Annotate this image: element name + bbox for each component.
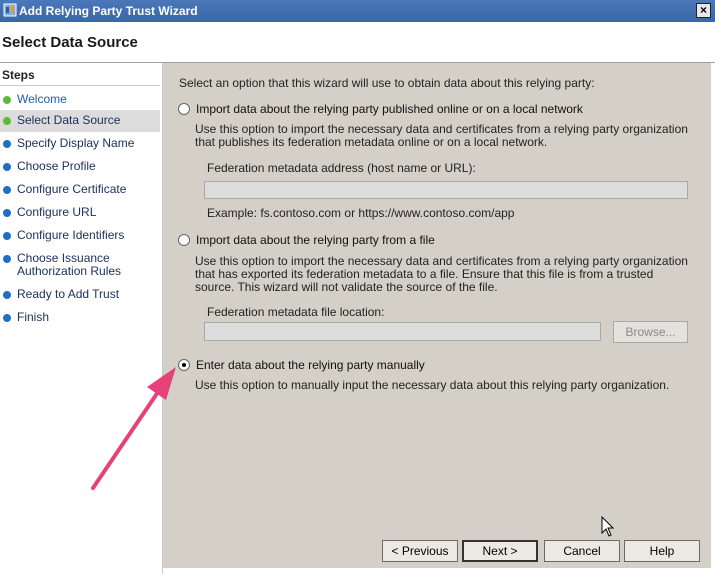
step-ready-to-add-trust: Ready to Add Trust [0,287,160,305]
step-pending-icon [3,291,11,299]
step-current-icon [3,117,11,125]
step-pending-icon [3,209,11,217]
next-button[interactable]: Next > [462,540,538,562]
option-online-label[interactable]: Import data about the relying party publ… [196,102,583,116]
radio-enter-manually[interactable] [178,359,190,371]
step-choose-profile: Choose Profile [0,159,160,177]
page-title: Select Data Source [2,34,138,51]
step-complete-icon [3,96,11,104]
metadata-address-input[interactable] [204,181,688,199]
radio-import-file[interactable] [178,234,190,246]
radio-import-online[interactable] [178,103,190,115]
metadata-address-example: Example: fs.contoso.com or https://www.c… [207,206,515,220]
metadata-file-label: Federation metadata file location: [207,305,385,319]
mouse-pointer-icon [601,516,615,537]
step-label: Specify Display Name [17,136,135,150]
step-configure-identifiers: Configure Identifiers [0,228,160,246]
step-pending-icon [3,255,11,263]
step-pending-icon [3,186,11,194]
option-manual-label[interactable]: Enter data about the relying party manua… [196,358,425,372]
step-label: Finish [17,310,50,324]
option-file-description: Use this option to import the necessary … [195,254,688,294]
step-welcome: Welcome [0,91,160,109]
page-header: Select Data Source [0,22,715,63]
step-pending-icon [3,140,11,148]
content-panel: Select an option that this wizard will u… [163,63,711,568]
step-label: Ready to Add Trust [17,287,120,301]
step-configure-certificate: Configure Certificate [0,182,160,200]
step-label: Choose Issuance Authorization Rules [17,251,122,278]
close-icon: × [699,3,707,17]
steps-panel: Steps Welcome Select Data Source Specify… [0,63,163,574]
step-choose-issuance-authorization-rules: Choose Issuance Authorization Rules [0,251,160,281]
window-frame-right [711,63,715,574]
step-pending-icon [3,163,11,171]
previous-button[interactable]: < Previous [382,540,458,562]
cancel-button[interactable]: Cancel [544,540,620,562]
step-select-data-source: Select Data Source [0,110,160,132]
help-button[interactable]: Help [624,540,700,562]
option-manual-description: Use this option to manually input the ne… [195,378,670,392]
steps-divider [0,85,160,86]
step-pending-icon [3,232,11,240]
metadata-file-input[interactable] [204,322,601,341]
window-frame-bottom [163,568,715,574]
step-label: Choose Profile [17,159,96,173]
step-specify-display-name: Specify Display Name [0,136,160,154]
step-label: Select Data Source [17,113,121,127]
intro-text: Select an option that this wizard will u… [179,76,595,90]
option-file-label[interactable]: Import data about the relying party from… [196,233,435,247]
window-title: Add Relying Party Trust Wizard [19,4,198,18]
step-finish: Finish [0,310,160,328]
metadata-address-label: Federation metadata address (host name o… [207,161,476,175]
close-button[interactable]: × [696,3,711,18]
step-label: Configure Identifiers [17,228,125,242]
step-label: Configure Certificate [17,182,127,196]
app-icon [3,3,17,17]
step-label: Welcome [17,92,67,106]
step-configure-url: Configure URL [0,205,160,223]
step-label: Configure URL [17,205,97,219]
step-pending-icon [3,314,11,322]
option-online-description: Use this option to import the necessary … [195,122,688,149]
window-title-bar: Add Relying Party Trust Wizard × [0,0,715,22]
steps-title: Steps [2,68,35,82]
browse-button[interactable]: Browse... [613,321,688,343]
